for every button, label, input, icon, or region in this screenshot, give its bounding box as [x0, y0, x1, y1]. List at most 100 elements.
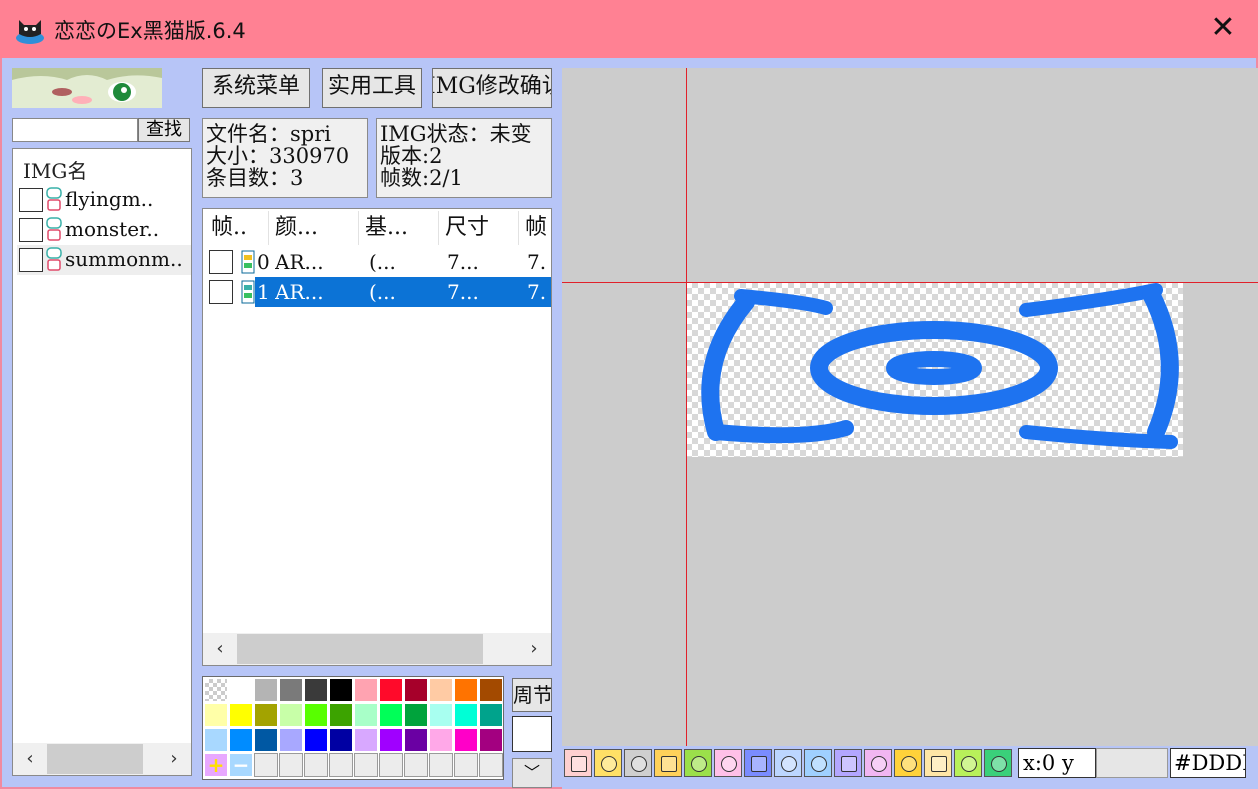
img-list-item[interactable]: monster..: [17, 215, 191, 245]
frame-checkbox[interactable]: [209, 280, 233, 304]
color-swatch[interactable]: [479, 728, 503, 752]
scroll-thumb[interactable]: [237, 634, 483, 664]
frame-row[interactable]: 1 AR... (... 7... 7.: [205, 277, 551, 307]
tools-menu-button[interactable]: 实用工具: [322, 68, 422, 108]
color-swatch[interactable]: [229, 728, 253, 752]
frame-table-hscroll[interactable]: ‹ ›: [203, 633, 551, 665]
color-swatch[interactable]: [279, 728, 303, 752]
close-button[interactable]: ✕: [1198, 10, 1248, 48]
color-swatch[interactable]: [429, 703, 453, 727]
img-list-item[interactable]: summonm..: [17, 245, 191, 275]
clapper-tool-icon[interactable]: [684, 749, 712, 777]
color-swatch[interactable]: [229, 703, 253, 727]
frame-row[interactable]: 0 AR... (... 7... 7.: [205, 247, 551, 277]
color-swatch[interactable]: [354, 703, 378, 727]
empty-swatch[interactable]: [254, 753, 278, 777]
color-swatch[interactable]: [404, 703, 428, 727]
add-color-icon[interactable]: +: [204, 753, 228, 777]
search-input[interactable]: [12, 118, 138, 142]
color-swatch[interactable]: [379, 703, 403, 727]
color-swatch[interactable]: [254, 728, 278, 752]
img-list[interactable]: IMG名 flyingm.. monster.. summonm.. ‹ ›: [12, 148, 192, 776]
empty-swatch[interactable]: [429, 753, 453, 777]
remove-color-icon[interactable]: −: [229, 753, 253, 777]
color-swatch[interactable]: [454, 703, 478, 727]
move-tool-icon[interactable]: [774, 749, 802, 777]
empty-swatch[interactable]: [454, 753, 478, 777]
color-swatch[interactable]: [279, 703, 303, 727]
img-confirm-button[interactable]: IMG修改确认: [432, 68, 552, 108]
empty-swatch[interactable]: [279, 753, 303, 777]
palette-tool-icon[interactable]: [594, 749, 622, 777]
color-swatch[interactable]: [254, 678, 278, 702]
selected-color-swatch[interactable]: [512, 716, 552, 752]
color-swatch[interactable]: [479, 678, 503, 702]
scroll-right-arrow[interactable]: ›: [159, 743, 189, 775]
color-swatch[interactable]: [429, 678, 453, 702]
crop-tool-icon[interactable]: [804, 749, 832, 777]
period-button[interactable]: 周节: [512, 678, 552, 712]
system-menu-button[interactable]: 系统菜单: [202, 68, 310, 108]
grid-tool-icon[interactable]: [564, 749, 592, 777]
color-swatch[interactable]: [329, 703, 353, 727]
column-header[interactable]: 帧: [519, 211, 551, 245]
color-swatch[interactable]: [454, 678, 478, 702]
cloud-tool-icon[interactable]: [714, 749, 742, 777]
scroll-left-arrow[interactable]: ‹: [15, 743, 45, 775]
frame-checkbox[interactable]: [209, 250, 233, 274]
color-swatch[interactable]: [454, 728, 478, 752]
film-tool-icon[interactable]: [624, 749, 652, 777]
empty-swatch[interactable]: [404, 753, 428, 777]
color-palette[interactable]: + −: [202, 676, 504, 780]
color-swatch[interactable]: [329, 728, 353, 752]
color-swatch[interactable]: [304, 703, 328, 727]
frames-tool-icon[interactable]: [654, 749, 682, 777]
coordinate-field: [1096, 748, 1168, 778]
color-swatch[interactable]: [204, 703, 228, 727]
empty-swatch[interactable]: [379, 753, 403, 777]
transparent-swatch[interactable]: [204, 678, 228, 702]
empty-swatch[interactable]: [329, 753, 353, 777]
color-swatch[interactable]: [379, 678, 403, 702]
color-swatch[interactable]: [254, 703, 278, 727]
color-swatch[interactable]: [404, 728, 428, 752]
scroll-right-arrow[interactable]: ›: [519, 633, 549, 665]
color-swatch[interactable]: [479, 703, 503, 727]
img-list-hscroll[interactable]: ‹ ›: [13, 743, 191, 775]
bucket-tool-icon[interactable]: [984, 749, 1012, 777]
empty-swatch[interactable]: [304, 753, 328, 777]
zoom-tool-icon[interactable]: [744, 749, 772, 777]
img-checkbox[interactable]: [19, 188, 43, 212]
color-swatch[interactable]: [204, 728, 228, 752]
color-swatch[interactable]: [379, 728, 403, 752]
column-header[interactable]: 基...: [359, 211, 439, 245]
color-swatch[interactable]: [329, 678, 353, 702]
search-button[interactable]: 查找: [138, 118, 190, 142]
rectangle-tool-icon[interactable]: [894, 749, 922, 777]
column-header[interactable]: 帧..: [205, 211, 269, 245]
color-swatch[interactable]: [304, 728, 328, 752]
scroll-thumb[interactable]: [47, 744, 143, 774]
empty-swatch[interactable]: [479, 753, 503, 777]
img-checkbox[interactable]: [19, 218, 43, 242]
scroll-left-arrow[interactable]: ‹: [205, 633, 235, 665]
column-header[interactable]: 尺寸: [439, 211, 519, 245]
pen-tool-icon[interactable]: [834, 749, 862, 777]
line-tool-icon[interactable]: [864, 749, 892, 777]
img-checkbox[interactable]: [19, 248, 43, 272]
color-swatch[interactable]: [354, 678, 378, 702]
frame-table[interactable]: 帧.. 颜... 基... 尺寸 帧 0 AR... (... 7... 7. …: [202, 208, 552, 666]
empty-swatch[interactable]: [354, 753, 378, 777]
color-swatch[interactable]: [429, 728, 453, 752]
color-swatch[interactable]: [279, 678, 303, 702]
eyedropper-tool-icon[interactable]: [954, 749, 982, 777]
chevron-down-icon[interactable]: ﹀: [512, 758, 552, 788]
column-header[interactable]: 颜...: [269, 211, 359, 245]
img-list-item[interactable]: flyingm..: [17, 185, 191, 215]
color-swatch[interactable]: [354, 728, 378, 752]
eraser-tool-icon[interactable]: [924, 749, 952, 777]
color-swatch[interactable]: [404, 678, 428, 702]
frame-icon: [241, 250, 255, 274]
color-swatch[interactable]: [229, 678, 253, 702]
color-swatch[interactable]: [304, 678, 328, 702]
